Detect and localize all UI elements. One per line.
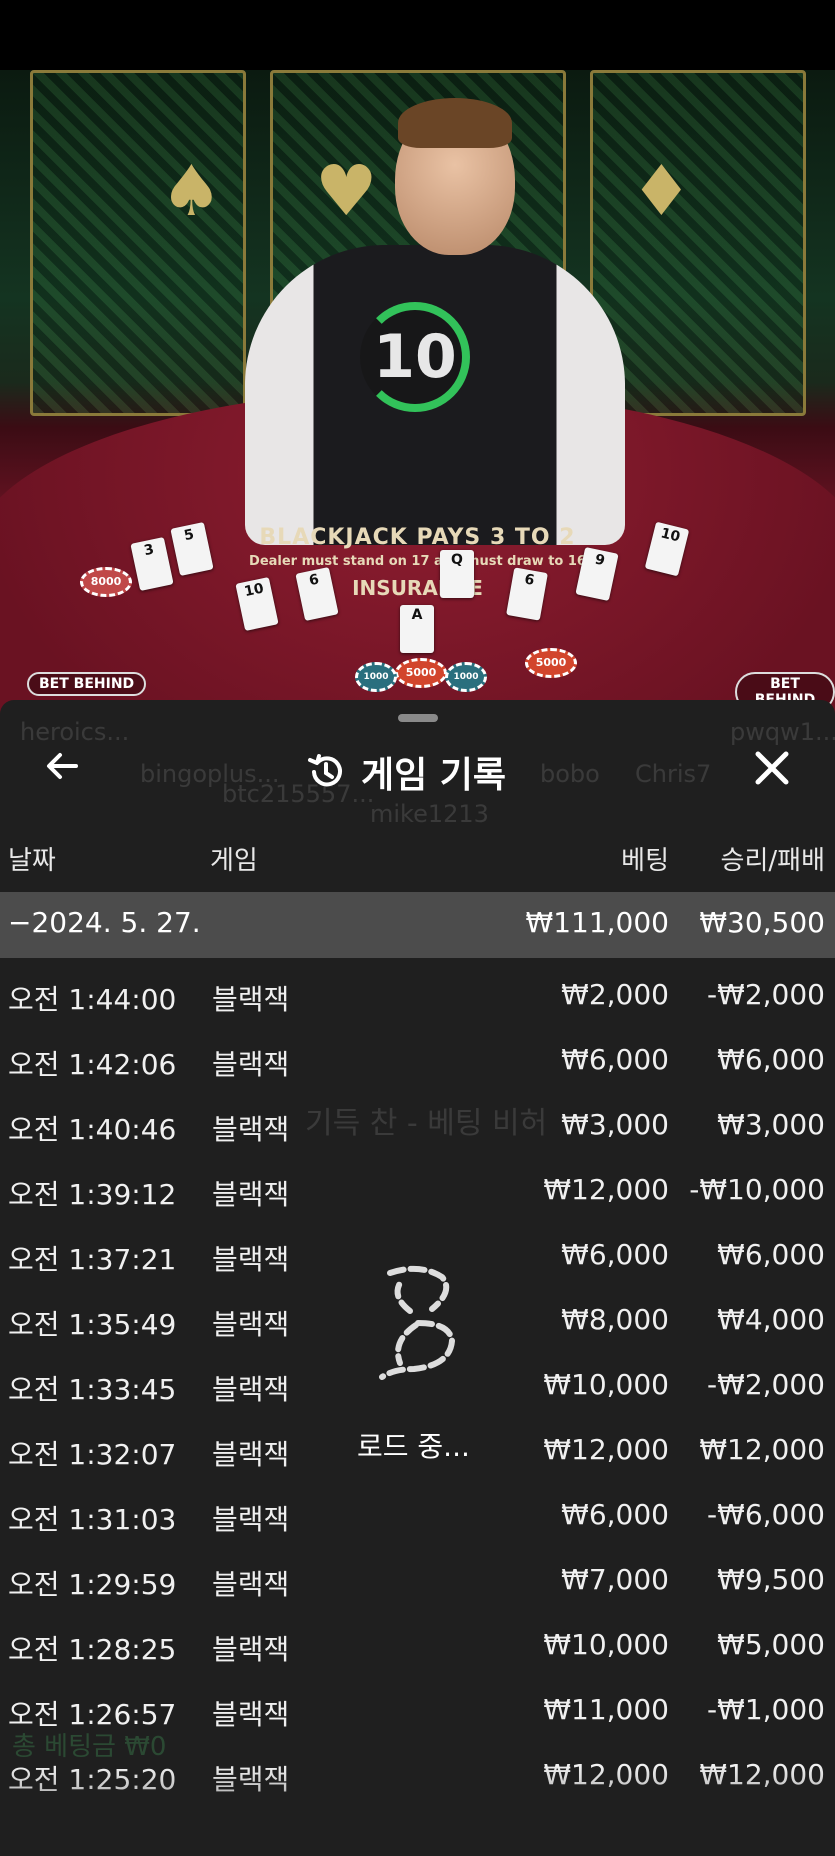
- row-result: ₩5,000: [717, 1628, 825, 1661]
- row-time: 오전 1:37:21: [8, 1243, 177, 1276]
- row-bet: ₩6,000: [561, 1043, 669, 1076]
- row-game: 블랙잭: [212, 1113, 290, 1146]
- backdrop-panel: [30, 70, 246, 416]
- chip: 5000: [525, 648, 577, 678]
- row-time: 오전 1:32:07: [8, 1438, 177, 1471]
- row-time: 오전 1:35:49: [8, 1308, 177, 1341]
- table-rule-text: Dealer must stand on 17 and must draw to…: [249, 554, 586, 569]
- loading-spinner-icon: [379, 1265, 456, 1380]
- sheet-header: 게임 기록: [0, 728, 835, 808]
- chip: 5000: [395, 658, 447, 688]
- table-payout-text: BLACKJACK PAYS 3 TO 2: [259, 525, 576, 550]
- column-header-bet: 베팅: [621, 846, 669, 876]
- row-game: 블랙잭: [212, 1503, 290, 1536]
- countdown-timer: 10: [360, 302, 470, 412]
- row-result: -₩2,000: [707, 978, 825, 1011]
- row-result: -₩1,000: [707, 1693, 825, 1726]
- back-arrow-icon[interactable]: [42, 746, 82, 786]
- date-group-total-result: ₩30,500: [699, 906, 825, 939]
- row-game: 블랙잭: [212, 1373, 290, 1406]
- column-header-date: 날짜: [8, 846, 56, 876]
- chip: 1000: [355, 662, 397, 692]
- row-result: ₩9,500: [717, 1563, 825, 1596]
- date-group-row[interactable]: −2024. 5. 27. ₩111,000 ₩30,500: [0, 892, 835, 958]
- history-row[interactable]: 오전 1:31:03 블랙잭 ₩6,000 -₩6,000: [0, 1484, 835, 1549]
- close-icon[interactable]: [750, 746, 794, 790]
- row-game: 블랙잭: [212, 1243, 290, 1276]
- history-row[interactable]: 오전 1:39:12 블랙잭 ₩12,000 -₩10,000: [0, 1159, 835, 1224]
- row-bet: ₩3,000: [561, 1108, 669, 1141]
- column-header-result: 승리/패배: [720, 846, 825, 876]
- row-time: 오전 1:44:00: [8, 983, 177, 1016]
- row-time: 오전 1:40:46: [8, 1113, 177, 1146]
- history-row[interactable]: 오전 1:42:06 블랙잭 ₩6,000 ₩6,000: [0, 1029, 835, 1094]
- row-game: 블랙잭: [212, 1633, 290, 1666]
- date-group-label: −2024. 5. 27.: [8, 906, 201, 939]
- row-game: 블랙잭: [212, 1308, 290, 1341]
- ghost-total-bet: 총 베팅금 ₩0: [12, 1732, 167, 1762]
- heart-icon: ♥: [315, 150, 378, 232]
- row-game: 블랙잭: [212, 1438, 290, 1471]
- game-history-sheet: heroics... bingoplus... btc215557... mik…: [0, 700, 835, 1856]
- diamond-icon: ♦: [630, 150, 693, 232]
- row-result: ₩4,000: [717, 1303, 825, 1336]
- row-game: 블랙잭: [212, 1763, 290, 1796]
- row-bet: ₩12,000: [543, 1173, 669, 1206]
- chip: 8000: [80, 567, 132, 597]
- row-time: 오전 1:42:06: [8, 1048, 177, 1081]
- drag-handle[interactable]: [398, 714, 438, 722]
- row-result: -₩10,000: [689, 1173, 825, 1206]
- row-result: ₩6,000: [717, 1238, 825, 1271]
- row-bet: ₩12,000: [543, 1433, 669, 1466]
- row-bet: ₩11,000: [543, 1693, 669, 1726]
- row-bet: ₩12,000: [543, 1758, 669, 1791]
- loading-text: 로드 중...: [357, 1430, 470, 1463]
- history-row[interactable]: 오전 1:29:59 블랙잭 ₩7,000 ₩9,500: [0, 1549, 835, 1614]
- row-time: 오전 1:25:20: [8, 1763, 177, 1796]
- row-time: 오전 1:28:25: [8, 1633, 177, 1666]
- row-bet: ₩10,000: [543, 1628, 669, 1661]
- row-game: 블랙잭: [212, 1178, 290, 1211]
- row-time: 오전 1:31:03: [8, 1503, 177, 1536]
- history-row[interactable]: 오전 1:28:25 블랙잭 ₩10,000 ₩5,000: [0, 1614, 835, 1679]
- bet-behind-button[interactable]: BET BEHIND: [27, 672, 147, 696]
- row-game: 블랙잭: [212, 1698, 290, 1731]
- column-header-game: 게임: [210, 846, 258, 876]
- row-time: 오전 1:33:45: [8, 1373, 177, 1406]
- row-time: 오전 1:39:12: [8, 1178, 177, 1211]
- ghost-status-text: 기득 찬 - 베팅 비허: [305, 1106, 548, 1141]
- row-game: 블랙잭: [212, 1048, 290, 1081]
- date-group-total-bet: ₩111,000: [525, 906, 669, 939]
- row-result: ₩12,000: [699, 1758, 825, 1791]
- history-row[interactable]: 오전 1:44:00 블랙잭 ₩2,000 -₩2,000: [0, 964, 835, 1029]
- title-group: 게임 기록: [305, 746, 506, 798]
- row-game: 블랙잭: [212, 983, 290, 1016]
- row-bet: ₩7,000: [561, 1563, 669, 1596]
- playing-card: A: [400, 605, 434, 653]
- row-bet: ₩10,000: [543, 1368, 669, 1401]
- sheet-title: 게임 기록: [361, 755, 507, 796]
- row-result: ₩12,000: [699, 1433, 825, 1466]
- row-result: ₩3,000: [717, 1108, 825, 1141]
- row-bet: ₩6,000: [561, 1498, 669, 1531]
- history-icon: [308, 754, 342, 787]
- playing-card: Q: [440, 550, 474, 598]
- row-bet: ₩8,000: [561, 1303, 669, 1336]
- chip: 1000: [445, 662, 487, 692]
- row-result: -₩2,000: [707, 1368, 825, 1401]
- row-game: 블랙잭: [212, 1568, 290, 1601]
- live-video-stage: ♠ ♥ ♦ BLACKJACK PAYS 3 TO 2 Dealer must …: [0, 70, 835, 720]
- dealer-hair: [398, 98, 512, 148]
- row-bet: ₩2,000: [561, 978, 669, 1011]
- row-result: -₩6,000: [707, 1498, 825, 1531]
- row-time: 오전 1:29:59: [8, 1568, 177, 1601]
- row-bet: ₩6,000: [561, 1238, 669, 1271]
- row-result: ₩6,000: [717, 1043, 825, 1076]
- spade-icon: ♠: [160, 150, 223, 232]
